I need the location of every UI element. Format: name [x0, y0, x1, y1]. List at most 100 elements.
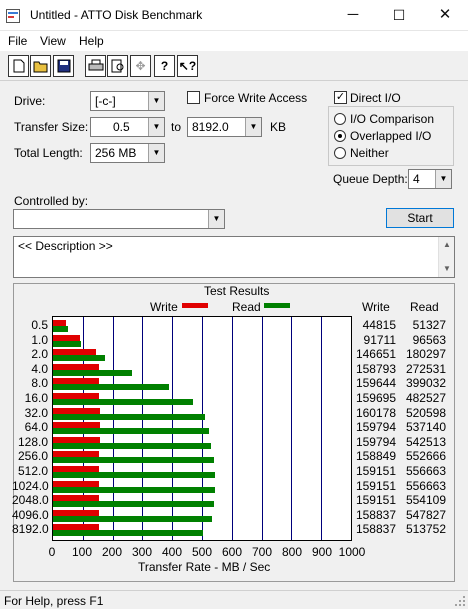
drive-select[interactable]: [-c-] ▼ — [90, 91, 165, 111]
direct-io-label[interactable]: Direct I/O — [350, 91, 401, 105]
print-icon[interactable] — [85, 55, 106, 77]
context-help-icon[interactable]: ↖? — [177, 55, 198, 77]
row-label: 4096.0 — [12, 507, 49, 522]
controlled-by-select[interactable]: ▼ — [13, 209, 225, 229]
transfer-size-to-label: to — [171, 120, 182, 134]
write-value: 158837 — [355, 522, 396, 537]
maximize-button[interactable]: ☐ — [376, 0, 422, 31]
transfer-size-unit: KB — [270, 120, 287, 134]
row-label: 8.0 — [31, 376, 48, 391]
chevron-down-icon[interactable]: ▼ — [435, 170, 451, 188]
row-label: 8192.0 — [12, 522, 49, 537]
description-scrollbar[interactable]: ▲ ▼ — [438, 237, 454, 277]
x-tick-label: 200 — [101, 545, 123, 559]
gridline — [321, 317, 322, 540]
read-bar — [53, 486, 215, 493]
row-label: 128.0 — [17, 434, 48, 449]
row-label: 1.0 — [31, 332, 48, 347]
description-box[interactable]: << Description >> ▲ ▼ — [13, 236, 455, 278]
x-tick-label: 1000 — [338, 545, 366, 559]
chevron-down-icon[interactable]: ▼ — [148, 118, 164, 136]
read-bar — [53, 340, 81, 347]
menu-file[interactable]: File — [8, 34, 27, 48]
open-icon[interactable] — [30, 55, 51, 77]
read-bar — [53, 515, 212, 522]
read-value: 272531 — [405, 361, 446, 376]
total-length-label: Total Length: — [14, 146, 83, 160]
row-label: 32.0 — [24, 405, 48, 420]
resize-grip-icon[interactable] — [454, 595, 466, 607]
title-bar: Untitled - ATTO Disk Benchmark ─ ☐ ✕ — [0, 0, 468, 31]
write-value: 160178 — [355, 405, 396, 420]
menu-help[interactable]: Help — [79, 34, 104, 48]
io-comparison-label[interactable]: I/O Comparison — [350, 112, 434, 126]
read-value: 552666 — [405, 449, 446, 464]
x-tick-label: 600 — [221, 545, 243, 559]
write-value: 158849 — [355, 449, 396, 464]
legend-write-label: Write — [150, 300, 178, 314]
print-preview-icon[interactable] — [107, 55, 128, 77]
write-value: 159794 — [355, 434, 396, 449]
write-value: 159151 — [355, 478, 396, 493]
transfer-size-to-value: 8192.0 — [192, 120, 229, 134]
toolbar: ✥ ? ↖? — [0, 51, 468, 81]
write-value: 159644 — [355, 376, 396, 391]
row-label: 512.0 — [17, 464, 48, 478]
chevron-down-icon[interactable]: ▼ — [148, 144, 164, 162]
force-write-checkbox[interactable] — [187, 91, 200, 104]
menu-view[interactable]: View — [40, 34, 66, 48]
row-label: 16.0 — [24, 391, 48, 405]
transfer-size-from-select[interactable]: 0.5 ▼ — [90, 117, 165, 137]
read-value: 180297 — [405, 347, 446, 362]
legend-write-swatch — [182, 303, 208, 308]
write-value: 91711 — [363, 332, 396, 347]
chevron-down-icon[interactable]: ▼ — [245, 118, 261, 136]
x-tick-label: 0 — [48, 545, 56, 559]
total-length-select[interactable]: 256 MB ▼ — [90, 143, 165, 163]
x-axis-label: Transfer Rate - MB / Sec — [138, 560, 271, 574]
read-bar — [53, 457, 214, 464]
status-text: For Help, press F1 — [4, 594, 104, 608]
read-bar — [53, 442, 211, 449]
read-value: 542513 — [405, 434, 446, 449]
overlapped-io-label[interactable]: Overlapped I/O — [350, 129, 431, 143]
chevron-down-icon[interactable]: ▼ — [208, 210, 224, 228]
x-tick-label: 700 — [251, 545, 273, 559]
write-value: 158793 — [355, 361, 396, 376]
row-label: 1024.0 — [12, 478, 49, 493]
queue-depth-value: 4 — [413, 172, 420, 186]
row-label: 0.5 — [31, 318, 48, 332]
drive-value: [-c-] — [95, 94, 116, 108]
neither-radio[interactable] — [334, 147, 346, 159]
minimize-button[interactable]: ─ — [330, 0, 376, 31]
io-comparison-radio[interactable] — [334, 113, 346, 125]
read-bar — [53, 326, 68, 332]
direct-io-checkbox[interactable]: ✓ — [334, 91, 347, 104]
read-value: 520598 — [405, 405, 446, 420]
read-bar — [53, 399, 193, 405]
app-icon — [6, 9, 20, 23]
row-label: 2048.0 — [12, 493, 49, 508]
queue-depth-select[interactable]: 4 ▼ — [408, 169, 452, 189]
move-icon[interactable]: ✥ — [130, 55, 151, 77]
read-bar — [53, 472, 215, 478]
read-value: 96563 — [412, 332, 446, 347]
help-icon[interactable]: ? — [154, 55, 175, 77]
read-bar — [53, 501, 214, 508]
neither-label[interactable]: Neither — [350, 146, 389, 160]
overlapped-io-radio[interactable] — [334, 130, 346, 142]
write-value: 146651 — [355, 347, 396, 362]
read-bar — [53, 355, 105, 362]
x-tick-label: 100 — [71, 545, 93, 559]
scroll-up-icon[interactable]: ▲ — [439, 237, 455, 253]
controlled-by-label: Controlled by: — [14, 194, 89, 208]
start-button[interactable]: Start — [386, 208, 454, 228]
chevron-down-icon[interactable]: ▼ — [148, 92, 164, 110]
drive-label: Drive: — [14, 94, 46, 108]
close-button[interactable]: ✕ — [422, 0, 468, 31]
new-icon[interactable] — [8, 55, 29, 77]
scroll-down-icon[interactable]: ▼ — [439, 261, 455, 277]
force-write-label[interactable]: Force Write Access — [204, 91, 307, 105]
save-icon[interactable] — [53, 55, 74, 77]
transfer-size-to-select[interactable]: 8192.0 ▼ — [187, 117, 262, 137]
